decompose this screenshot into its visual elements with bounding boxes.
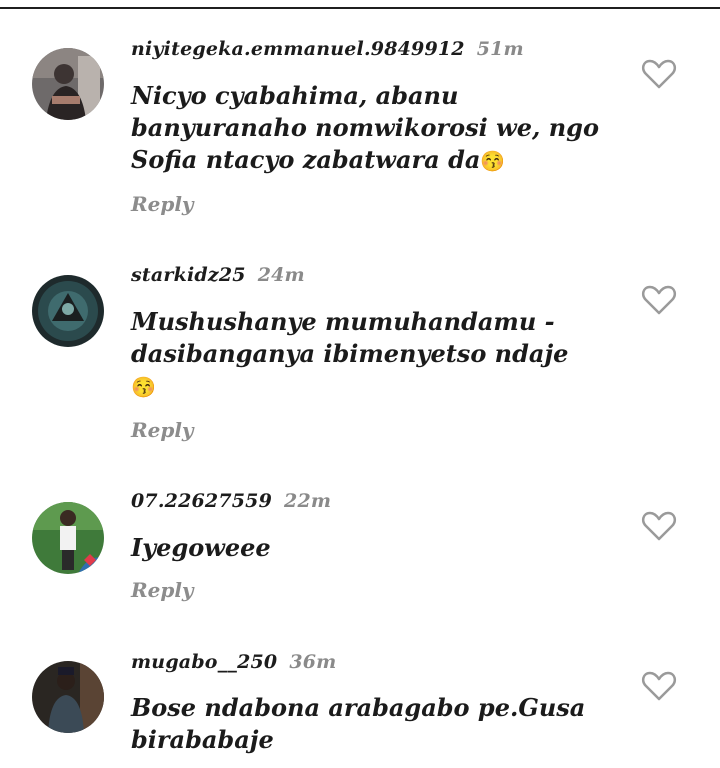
reply-button[interactable]: Reply [131,418,194,442]
username[interactable]: starkidz25 [131,264,246,286]
comment-header: mugabo__250 36m [131,651,337,673]
comment-body: Iyegoweee [131,533,271,562]
heart-icon[interactable] [641,58,677,90]
avatar[interactable] [32,661,104,733]
comment-text: Iyegoweee [131,532,601,564]
comment-body: Bose ndabona arabagabo pe.Gusa birababaj… [131,693,586,754]
comment-text: Nicyo cyabahima, abanu banyuranaho nomwi… [131,80,601,177]
reply-button[interactable]: Reply [131,192,194,216]
avatar[interactable] [32,48,104,120]
comment-body: Nicyo cyabahima, abanu banyuranaho nomwi… [131,81,599,174]
username[interactable]: niyitegeka.emmanuel.9849912 [131,38,465,60]
heart-icon[interactable] [641,284,677,316]
username[interactable]: mugabo__250 [131,651,277,673]
comment-header: starkidz25 24m [131,264,305,286]
kissing-face-icon: 😚 [131,375,156,399]
heart-icon[interactable] [641,510,677,542]
comment-header: niyitegeka.emmanuel.9849912 51m [131,38,524,60]
comment-body: Mushushanye mumuhandamu - dasibanganya i… [131,307,569,368]
top-divider [0,0,720,9]
reply-button[interactable]: Reply [131,578,194,602]
avatar[interactable] [32,502,104,574]
username[interactable]: 07.22627559 [131,490,272,512]
comment-time: 22m [284,490,332,512]
comment-time: 36m [289,651,337,673]
comment-header: 07.22627559 22m [131,490,331,512]
comment-text: Bose ndabona arabagabo pe.Gusa birababaj… [131,692,601,756]
kissing-face-icon: 😚 [480,149,506,173]
avatar[interactable] [32,275,104,347]
comment-time: 24m [257,264,305,286]
comment-time: 51m [476,38,524,60]
comment-text: Mushushanye mumuhandamu - dasibanganya i… [131,306,601,403]
heart-icon[interactable] [641,670,677,702]
